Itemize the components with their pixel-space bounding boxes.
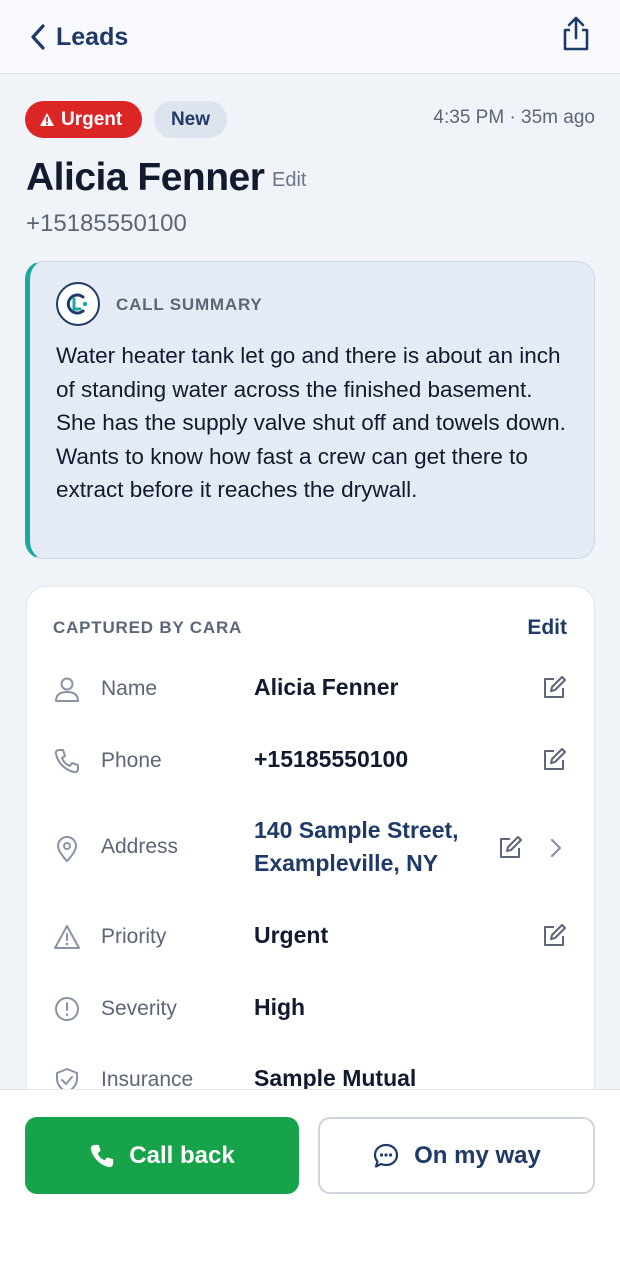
- edit-phone-icon[interactable]: [541, 747, 567, 773]
- field-label-severity: Severity: [101, 997, 177, 1020]
- captured-edit-button[interactable]: Edit: [527, 616, 567, 640]
- edit-priority-icon[interactable]: [541, 923, 567, 949]
- share-icon[interactable]: [560, 16, 592, 52]
- edit-address-icon[interactable]: [497, 835, 523, 861]
- address-line-1: 140 Sample Street,: [254, 817, 459, 843]
- call-summary-label: CALL SUMMARY: [116, 295, 263, 314]
- person-icon: [55, 677, 79, 702]
- call-back-label: Call back: [129, 1141, 235, 1169]
- captured-card: CAPTURED BY CARA Edit Name Alicia Fenner…: [26, 586, 595, 1146]
- bottom-action-bar: Call back On my way: [0, 1089, 620, 1272]
- field-row-address[interactable]: Address 140 Sample Street, Exampleville,…: [27, 815, 594, 885]
- field-row-phone: Phone +15185550100: [27, 745, 594, 785]
- field-label-name: Name: [101, 677, 158, 700]
- top-bar: Leads: [0, 0, 620, 74]
- chat-bubble-icon: [374, 1143, 399, 1168]
- captured-label: CAPTURED BY CARA: [53, 618, 243, 637]
- urgent-badge: Urgent: [25, 101, 142, 138]
- call-summary-text: Water heater tank let go and there is ab…: [56, 343, 566, 502]
- warning-triangle-icon: [40, 113, 54, 126]
- lead-timestamp: 4:35 PM · 35m ago: [433, 107, 595, 128]
- new-badge-label: New: [170, 108, 211, 130]
- call-back-button[interactable]: Call back: [25, 1117, 299, 1194]
- field-label-address: Address: [101, 835, 179, 858]
- address-line-2: Exampleville, NY: [254, 850, 439, 876]
- lead-name-title: Alicia Fenner: [26, 156, 265, 199]
- field-value-phone: +15185550100: [254, 746, 409, 772]
- back-button[interactable]: Leads: [30, 18, 128, 56]
- on-my-way-button[interactable]: On my way: [318, 1117, 595, 1194]
- warning-triangle-icon: [54, 925, 80, 949]
- call-summary-card: CALL SUMMARY Water heater tank let go an…: [25, 261, 595, 559]
- back-label: Leads: [56, 22, 129, 51]
- edit-name-icon[interactable]: [541, 675, 567, 701]
- field-label-phone: Phone: [101, 749, 162, 772]
- field-row-priority: Priority Urgent: [27, 921, 594, 961]
- chevron-left-icon: [31, 24, 45, 50]
- cara-logo-icon: [56, 282, 100, 326]
- field-label-priority: Priority: [101, 925, 167, 948]
- new-badge: New: [154, 101, 227, 138]
- phone-icon: [91, 1144, 114, 1167]
- map-pin-icon: [57, 836, 77, 862]
- chevron-right-icon[interactable]: [547, 837, 565, 859]
- field-value-insurance: Sample Mutual: [254, 1065, 417, 1091]
- lead-phone: +15185550100: [26, 210, 187, 237]
- field-value-name: Alicia Fenner: [254, 674, 399, 700]
- field-value-address[interactable]: 140 Sample Street, Exampleville, NY: [254, 814, 459, 880]
- field-value-priority: Urgent: [254, 922, 329, 948]
- alert-circle-icon: [55, 997, 79, 1021]
- phone-icon: [54, 749, 79, 774]
- field-value-severity: High: [254, 994, 306, 1020]
- urgent-badge-label: Urgent: [61, 108, 123, 130]
- edit-name-link[interactable]: Edit: [272, 169, 306, 192]
- on-my-way-label: On my way: [414, 1141, 541, 1169]
- field-row-name: Name Alicia Fenner: [27, 673, 594, 713]
- field-row-severity: Severity High: [27, 993, 594, 1033]
